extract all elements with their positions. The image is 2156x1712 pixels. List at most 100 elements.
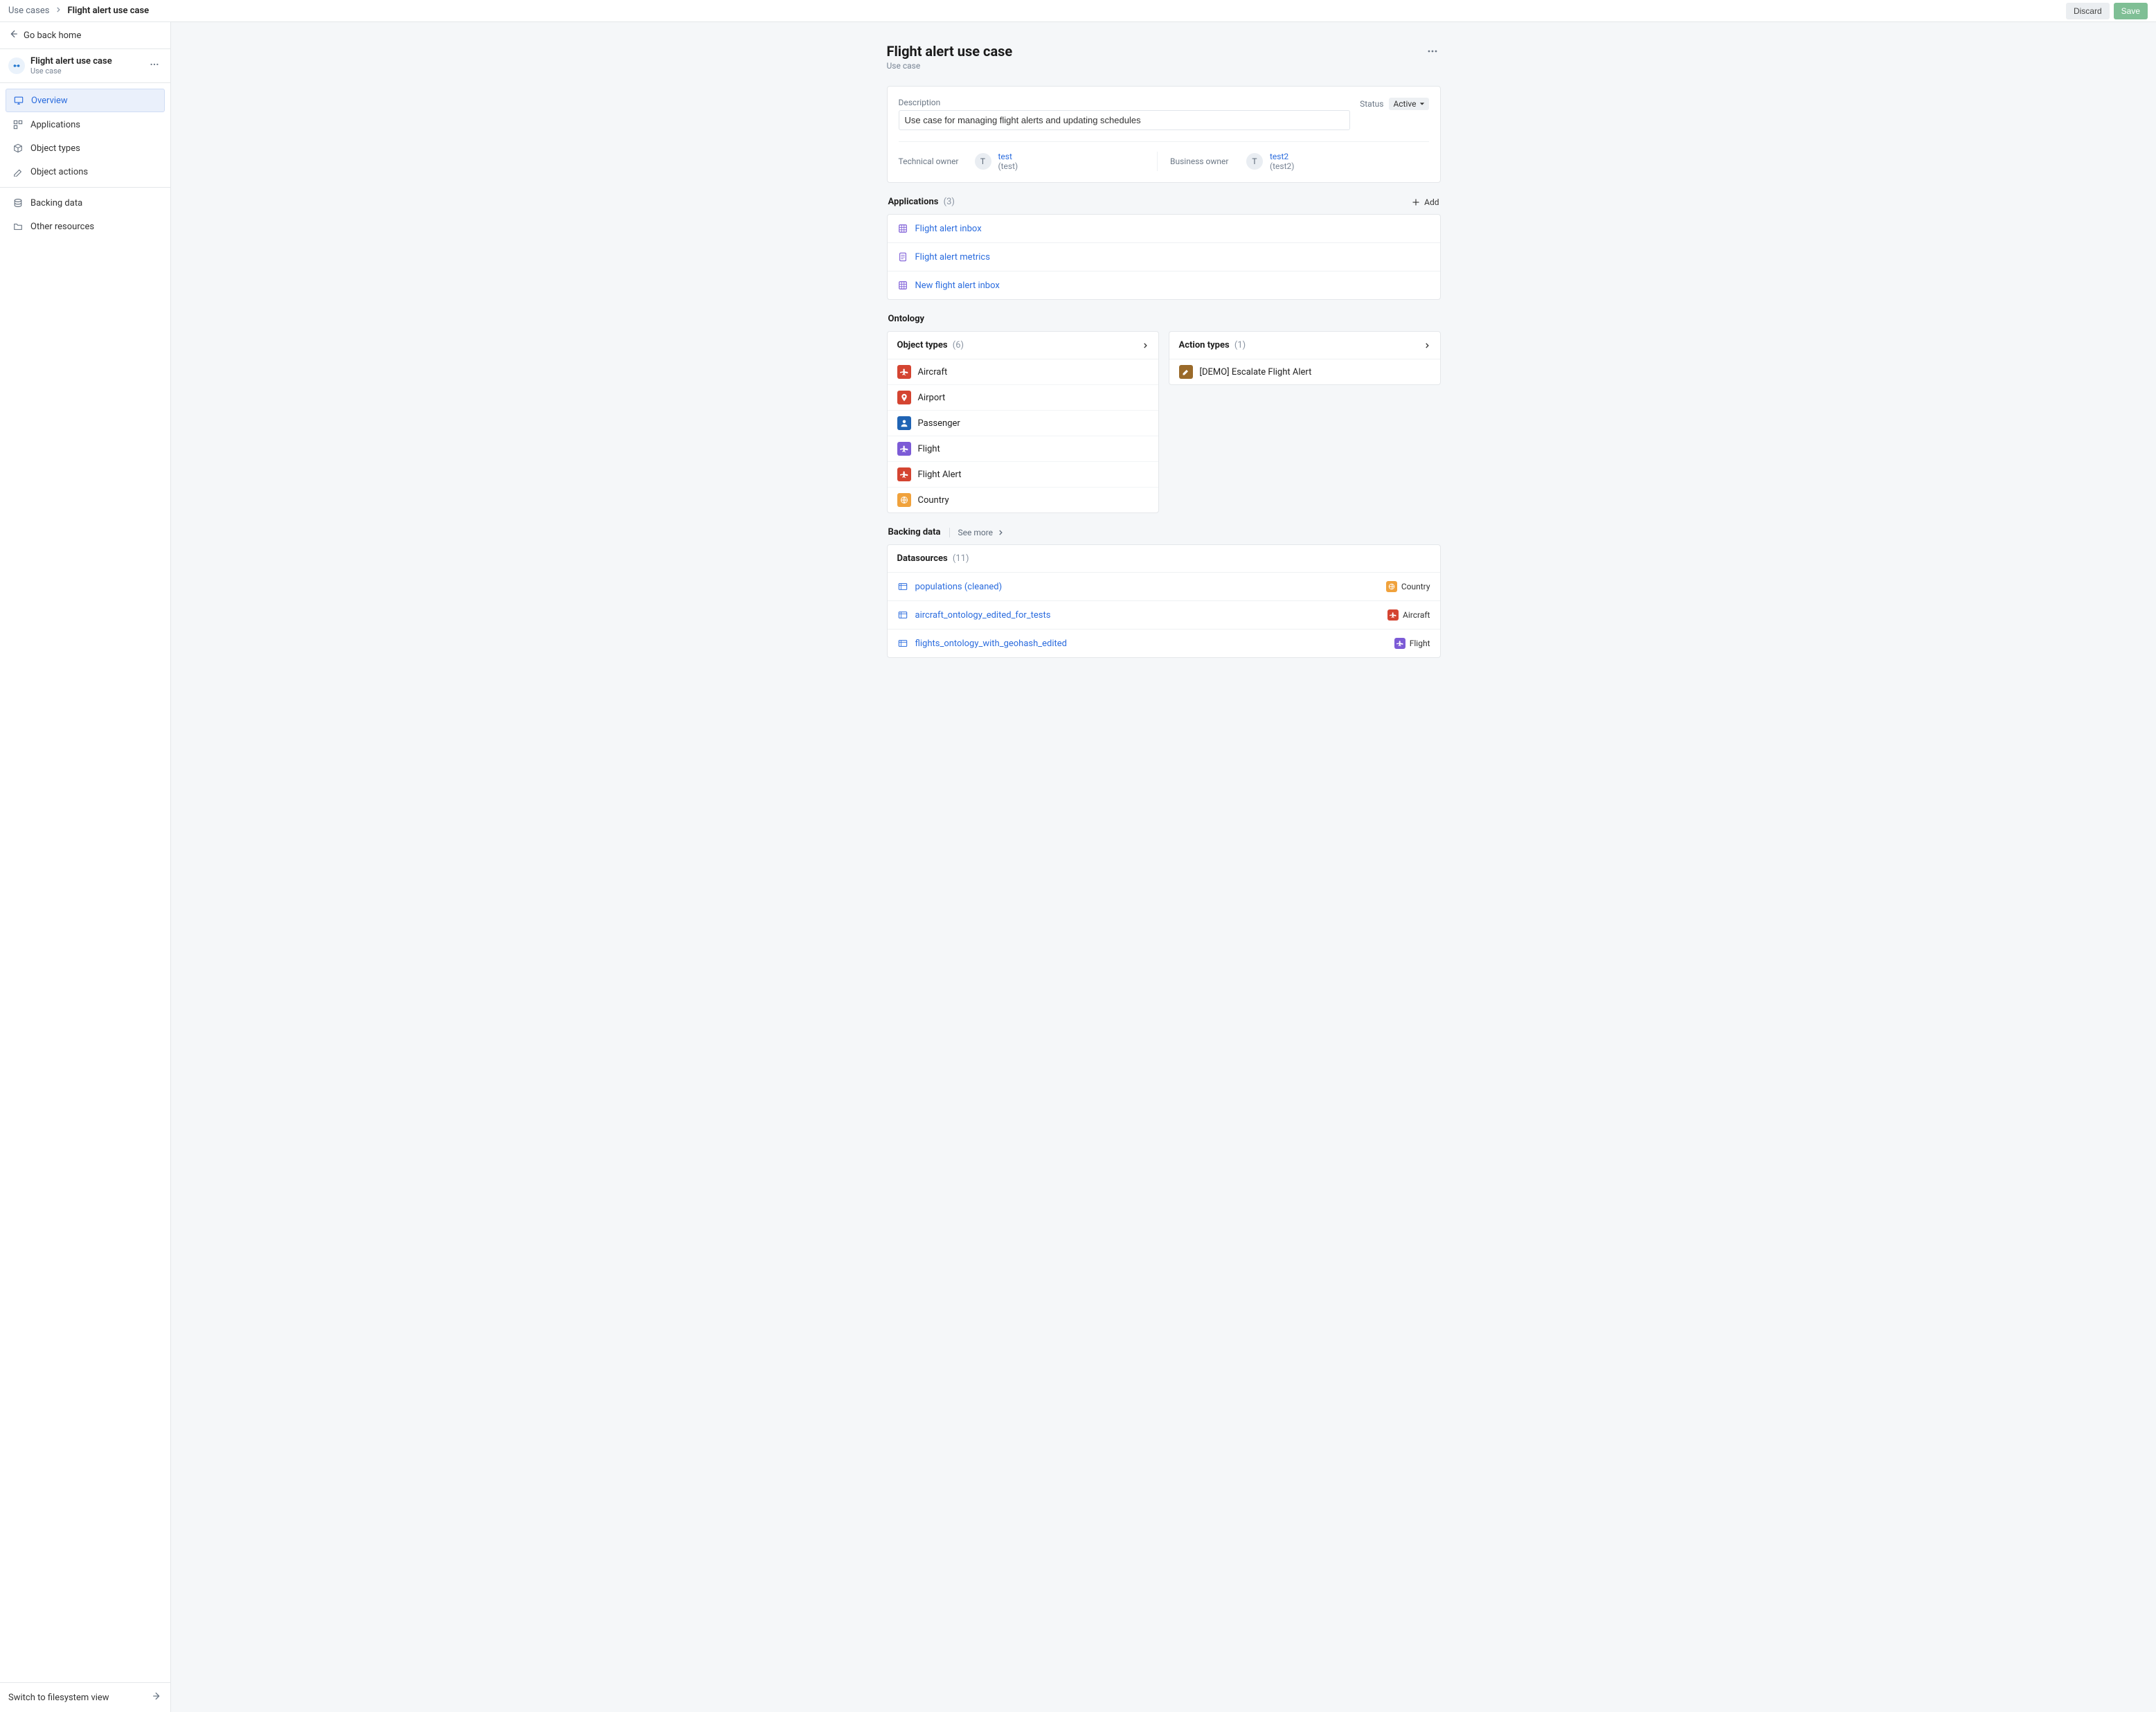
breadcrumb-root[interactable]: Use cases xyxy=(8,6,49,16)
status-selector[interactable]: Active xyxy=(1389,98,1428,110)
datasource-row[interactable]: aircraft_ontology_edited_for_tests Aircr… xyxy=(888,600,1440,629)
document-icon xyxy=(897,251,908,262)
discard-button[interactable]: Discard xyxy=(2066,3,2110,19)
technical-owner-block: Technical owner T test (test) xyxy=(899,152,1158,171)
datasources-count: (11) xyxy=(953,553,969,564)
datasource-tag: Aircraft xyxy=(1403,610,1430,620)
globe-icon xyxy=(897,493,911,507)
object-type-name: Aircraft xyxy=(918,367,948,377)
see-more-label: See more xyxy=(958,528,994,537)
sidebar-item-other-resources[interactable]: Other resources xyxy=(6,215,165,238)
chevron-right-icon xyxy=(997,529,1004,536)
airplane-icon xyxy=(897,442,911,456)
status-label: Status xyxy=(1360,99,1383,109)
grid-icon xyxy=(897,280,908,291)
save-button[interactable]: Save xyxy=(2114,3,2148,19)
chevron-right-icon xyxy=(1142,342,1149,349)
chevron-right-icon xyxy=(1423,342,1430,349)
object-types-header[interactable]: Object types (6) xyxy=(888,332,1158,359)
person-icon xyxy=(897,416,911,430)
datasource-tag: Flight xyxy=(1410,639,1430,648)
dataset-icon xyxy=(897,609,908,621)
cube-icon xyxy=(12,143,24,154)
arrow-right-icon xyxy=(152,1691,162,1704)
action-types-title: Action types xyxy=(1179,340,1230,350)
more-menu-button[interactable] xyxy=(147,57,162,75)
application-name: New flight alert inbox xyxy=(915,280,1000,291)
object-type-name: Flight Alert xyxy=(918,470,962,480)
arrow-left-icon xyxy=(8,29,18,42)
datasource-row[interactable]: flights_ontology_with_geohash_edited Fli… xyxy=(888,629,1440,657)
datasource-row[interactable]: populations (cleaned) Country xyxy=(888,573,1440,600)
applications-icon xyxy=(12,119,24,130)
page-more-menu[interactable] xyxy=(1424,43,1441,62)
add-label: Add xyxy=(1424,197,1439,207)
airplane-icon xyxy=(1387,609,1399,621)
technical-owner-handle: (test) xyxy=(998,161,1018,171)
sidebar-item-label: Other resources xyxy=(30,222,94,232)
see-more-link[interactable]: See more xyxy=(949,528,1005,537)
object-type-item[interactable]: Flight xyxy=(888,436,1158,461)
business-owner-handle: (test2) xyxy=(1270,161,1294,171)
datasource-name: aircraft_ontology_edited_for_tests xyxy=(915,610,1051,621)
database-icon xyxy=(12,197,24,208)
application-row[interactable]: Flight alert inbox xyxy=(888,215,1440,242)
application-name: Flight alert inbox xyxy=(915,224,982,234)
object-type-item[interactable]: Flight Alert xyxy=(888,461,1158,487)
sidebar-item-label: Object actions xyxy=(30,167,88,177)
sidebar-item-backing-data[interactable]: Backing data xyxy=(6,192,165,214)
sidebar-item-applications[interactable]: Applications xyxy=(6,114,165,136)
application-row[interactable]: New flight alert inbox xyxy=(888,271,1440,299)
action-types-count: (1) xyxy=(1234,340,1246,350)
main: Flight alert use case Use case Descripti… xyxy=(171,22,2156,1712)
airplane-icon xyxy=(897,365,911,379)
object-types-title: Object types xyxy=(897,340,948,350)
add-application-button[interactable]: Add xyxy=(1412,197,1439,207)
project-subtitle: Use case xyxy=(30,66,112,75)
action-type-item[interactable]: [DEMO] Escalate Flight Alert xyxy=(1169,359,1440,384)
sidebar-item-object-actions[interactable]: Object actions xyxy=(6,161,165,183)
sidebar-item-overview[interactable]: Overview xyxy=(6,89,165,112)
technical-owner-label: Technical owner xyxy=(899,157,961,166)
switch-filesystem-view[interactable]: Switch to filesystem view xyxy=(0,1682,170,1712)
applications-title: Applications xyxy=(888,197,939,207)
technical-owner-name[interactable]: test xyxy=(998,152,1018,161)
object-type-name: Flight xyxy=(918,444,940,454)
object-type-item[interactable]: Passenger xyxy=(888,410,1158,436)
datasource-tag: Country xyxy=(1401,582,1430,591)
business-owner-name[interactable]: test2 xyxy=(1270,152,1294,161)
sidebar-item-object-types[interactable]: Object types xyxy=(6,137,165,159)
plus-icon xyxy=(1412,198,1420,206)
airplane-icon xyxy=(1394,638,1405,649)
applications-list: Flight alert inbox Flight alert metrics … xyxy=(887,214,1441,300)
datasources-panel: Datasources (11) populations (cleaned) xyxy=(887,544,1441,658)
sidebar-item-label: Applications xyxy=(30,120,80,130)
page-subtitle: Use case xyxy=(887,61,1013,71)
datasource-name: populations (cleaned) xyxy=(915,582,1003,592)
sidebar-item-label: Object types xyxy=(30,143,80,154)
go-back-label: Go back home xyxy=(24,30,81,41)
datasource-name: flights_ontology_with_geohash_edited xyxy=(915,639,1068,649)
applications-count: (3) xyxy=(944,197,955,207)
object-type-item[interactable]: Aircraft xyxy=(888,359,1158,384)
object-type-item[interactable]: Airport xyxy=(888,384,1158,410)
location-pin-icon xyxy=(897,391,911,404)
action-types-header[interactable]: Action types (1) xyxy=(1169,332,1440,359)
business-owner-label: Business owner xyxy=(1170,157,1232,166)
object-type-item[interactable]: Country xyxy=(888,487,1158,512)
action-types-panel: Action types (1) [DEMO] xyxy=(1169,331,1441,385)
folder-icon xyxy=(12,221,24,232)
sidebar-item-label: Overview xyxy=(31,96,68,106)
application-row[interactable]: Flight alert metrics xyxy=(888,242,1440,271)
description-input[interactable] xyxy=(899,110,1351,130)
page-title: Flight alert use case xyxy=(887,43,1013,60)
application-name: Flight alert metrics xyxy=(915,252,990,262)
dataset-icon xyxy=(897,581,908,592)
breadcrumb: Use cases Flight alert use case xyxy=(8,6,149,16)
sidebar-item-label: Backing data xyxy=(30,198,82,208)
object-types-panel: Object types (6) Aircraft xyxy=(887,331,1159,513)
go-back-home[interactable]: Go back home xyxy=(0,22,170,49)
status-value: Active xyxy=(1393,99,1416,109)
edit-icon xyxy=(1179,365,1193,379)
airplane-icon xyxy=(897,467,911,481)
